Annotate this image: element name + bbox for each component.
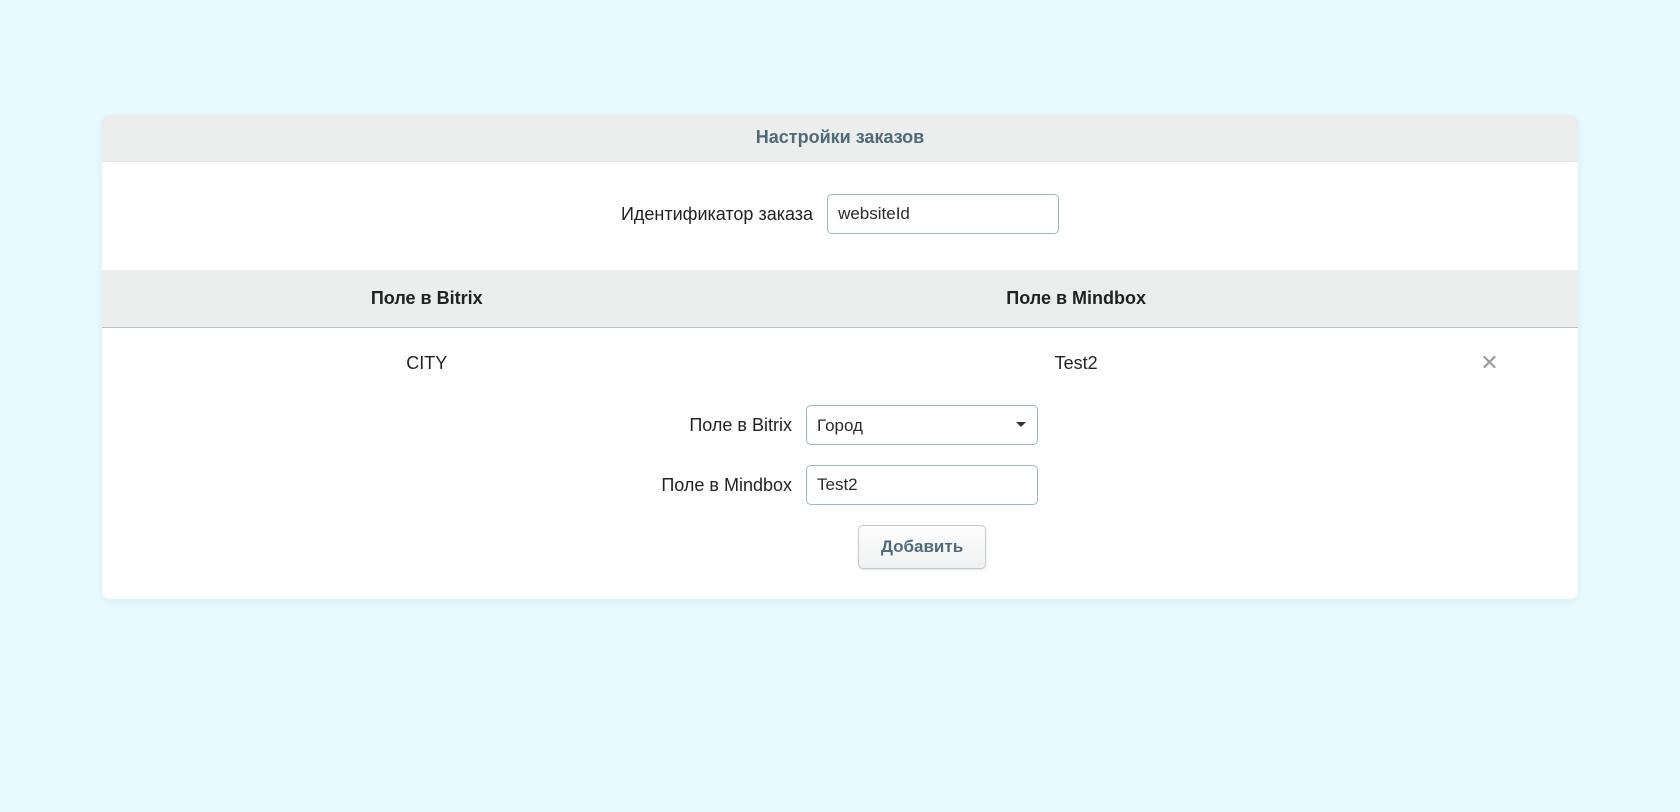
order-settings-panel: Настройки заказов Идентификатор заказа П… <box>102 115 1578 599</box>
panel-title: Настройки заказов <box>102 115 1578 162</box>
cell-mindbox: Test2 <box>751 328 1400 400</box>
bitrix-field-label: Поле в Bitrix <box>642 415 792 436</box>
bitrix-field-select[interactable]: Город <box>806 405 1038 445</box>
column-header-bitrix: Поле в Bitrix <box>102 270 751 328</box>
mindbox-field-label: Поле в Mindbox <box>642 475 792 496</box>
add-button[interactable]: Добавить <box>858 525 986 569</box>
order-id-label: Идентификатор заказа <box>621 204 813 225</box>
form-row-mindbox: Поле в Mindbox <box>102 465 1578 505</box>
order-id-row: Идентификатор заказа <box>102 162 1578 270</box>
mindbox-field-input[interactable] <box>806 465 1038 505</box>
order-id-input[interactable] <box>827 194 1059 234</box>
cell-bitrix: CITY <box>102 328 751 400</box>
column-header-action <box>1401 270 1578 328</box>
delete-row-icon[interactable]: ✕ <box>1480 350 1498 375</box>
column-header-mindbox: Поле в Mindbox <box>751 270 1400 328</box>
form-row-bitrix: Поле в Bitrix Город <box>102 405 1578 445</box>
field-mapping-table: Поле в Bitrix Поле в Mindbox CITY Test2 … <box>102 270 1578 399</box>
table-row: CITY Test2 ✕ <box>102 328 1578 400</box>
add-mapping-form: Поле в Bitrix Город Поле в Mindbox Добав… <box>102 399 1578 599</box>
